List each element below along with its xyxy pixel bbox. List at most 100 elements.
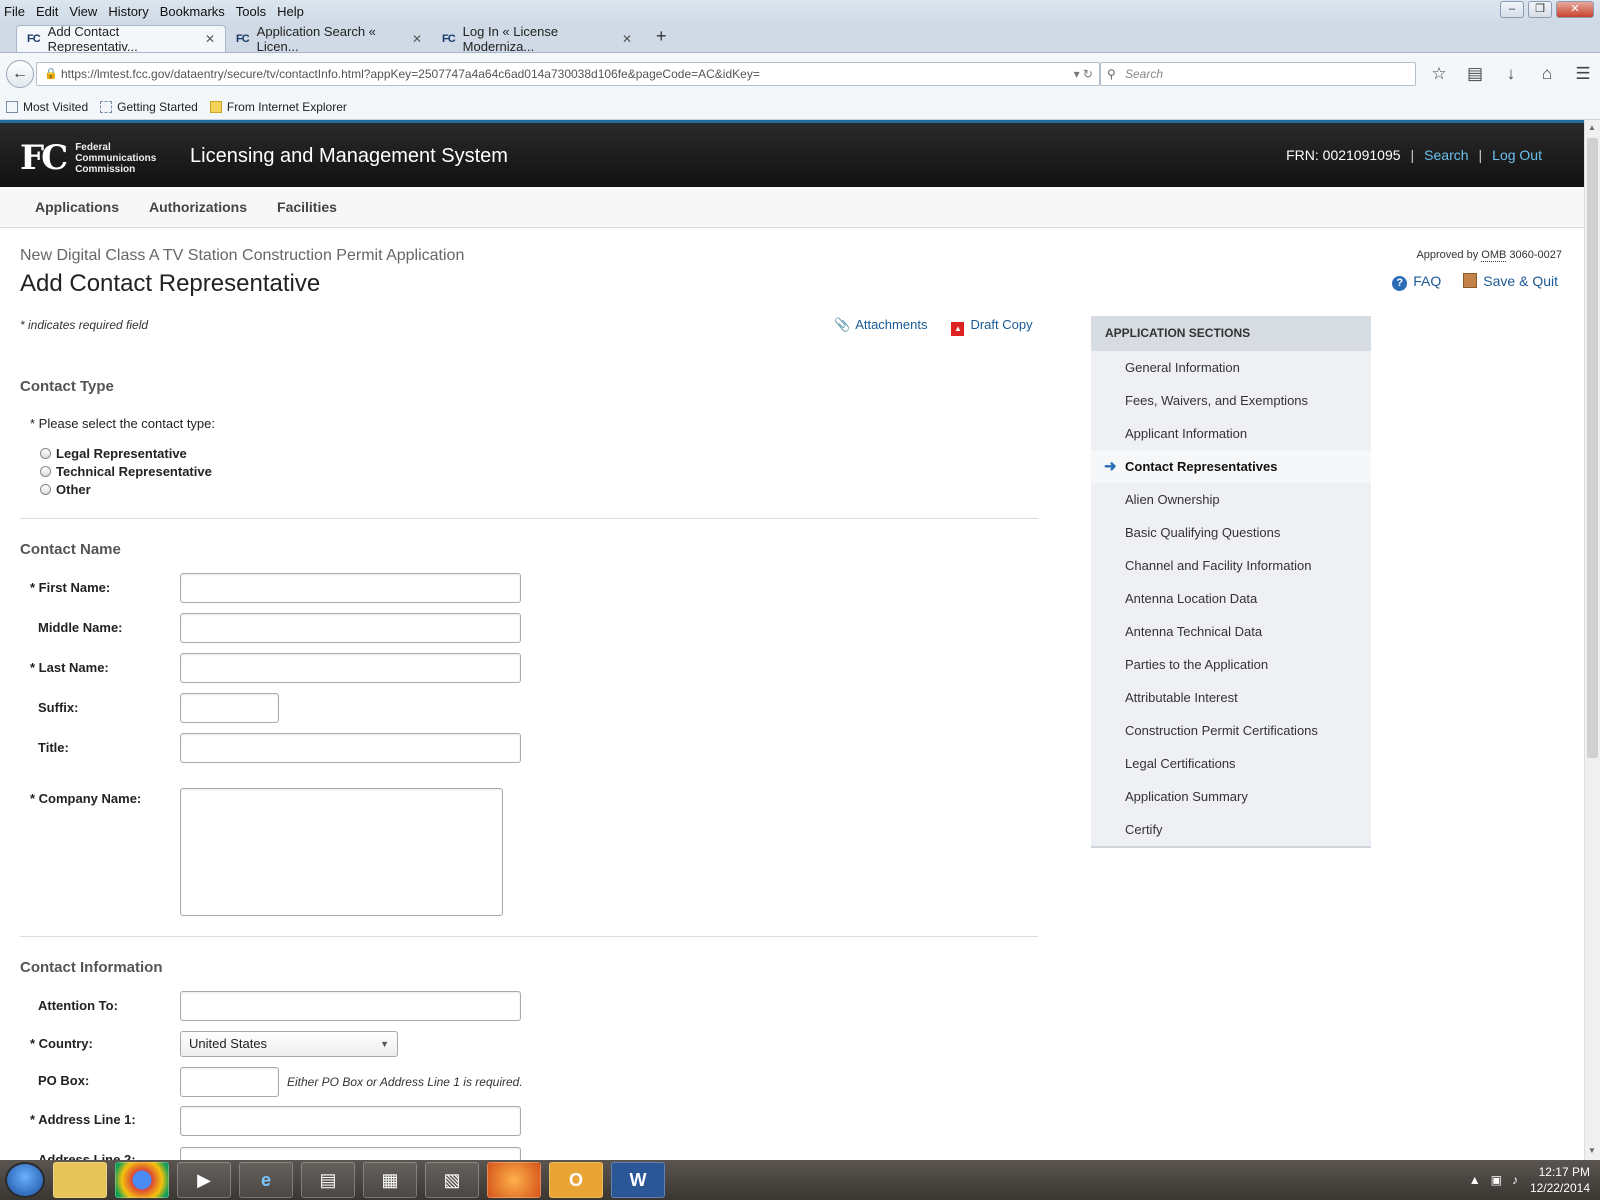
browser-search-input[interactable]: ⚲ Search [1100, 62, 1416, 86]
section-parties-to-application[interactable]: Parties to the Application [1091, 648, 1371, 681]
omb-prefix: Approved by [1416, 249, 1479, 261]
menu-edit[interactable]: Edit [36, 4, 58, 19]
menu-bookmarks[interactable]: Bookmarks [160, 4, 225, 19]
nav-authorizations[interactable]: Authorizations [149, 199, 247, 215]
section-channel-facility-information[interactable]: Channel and Facility Information [1091, 549, 1371, 582]
page-scrollbar[interactable]: ▲ ▼ [1584, 120, 1600, 1160]
radio-button[interactable] [40, 466, 51, 477]
section-attributable-interest[interactable]: Attributable Interest [1091, 681, 1371, 714]
attention-to-input[interactable] [180, 991, 521, 1021]
section-contact-representatives[interactable]: ➜ Contact Representatives [1091, 450, 1371, 483]
bookmark-most-visited[interactable]: Most Visited [6, 100, 88, 114]
remote-desktop-icon[interactable]: ▤ [301, 1162, 355, 1198]
reading-list-icon[interactable]: ▤ [1464, 64, 1486, 84]
country-select[interactable]: United States ▼ [180, 1031, 398, 1057]
scroll-thumb[interactable] [1587, 138, 1598, 758]
tab-add-contact[interactable]: FC Add Contact Representativ... ✕ [16, 24, 226, 54]
logo-line: Communications [75, 152, 157, 164]
network-app-icon[interactable]: ▦ [363, 1162, 417, 1198]
bookmark-star-icon[interactable]: ☆ [1428, 64, 1450, 84]
po-box-input[interactable] [180, 1067, 279, 1097]
section-general-information[interactable]: General Information [1091, 351, 1371, 384]
section-applicant-information[interactable]: Applicant Information [1091, 417, 1371, 450]
bookmark-getting-started[interactable]: Getting Started [100, 100, 198, 114]
application-sections-panel: APPLICATION SECTIONS General Information… [1091, 316, 1371, 848]
menu-file[interactable]: File [4, 4, 25, 19]
section-alien-ownership[interactable]: Alien Ownership [1091, 483, 1371, 516]
nav-facilities[interactable]: Facilities [277, 199, 337, 215]
reload-icon[interactable]: ▾ ↻ [1074, 63, 1093, 85]
firefox-icon[interactable] [487, 1162, 541, 1198]
chrome-icon[interactable] [115, 1162, 169, 1198]
address-line-1-input[interactable] [180, 1106, 521, 1136]
tray-expand-icon[interactable]: ▲ [1469, 1172, 1481, 1188]
save-quit-link[interactable]: Save & Quit [1463, 273, 1558, 291]
radio-legal-representative[interactable]: Legal Representative [40, 446, 187, 461]
middle-name-input[interactable] [180, 613, 521, 643]
volume-icon[interactable]: ♪ [1512, 1172, 1518, 1188]
logo-line: Commission [75, 163, 136, 175]
section-basic-qualifying-questions[interactable]: Basic Qualifying Questions [1091, 516, 1371, 549]
menu-tools[interactable]: Tools [236, 4, 266, 19]
address-line-2-input[interactable] [180, 1147, 521, 1160]
omb-abbr: OMB [1481, 249, 1507, 262]
bookmark-from-ie[interactable]: From Internet Explorer [209, 100, 347, 114]
word-icon[interactable]: W [611, 1162, 665, 1198]
minimize-icon[interactable]: – [1500, 1, 1524, 18]
attachments-link[interactable]: 📎 Attachments [834, 317, 927, 336]
fcc-logo[interactable]: FC Federal Communications Commission [20, 141, 156, 175]
home-icon[interactable]: ⌂ [1536, 64, 1558, 84]
menu-view[interactable]: View [69, 4, 97, 19]
network-icon[interactable]: ▣ [1491, 1172, 1502, 1188]
section-certify[interactable]: Certify [1091, 813, 1371, 846]
header-user-area: FRN: 0021091095 | Search | Log Out [1286, 147, 1542, 163]
pdf-icon: ▲ [951, 322, 965, 336]
section-fees-waivers[interactable]: Fees, Waivers, and Exemptions [1091, 384, 1371, 417]
scroll-up-icon[interactable]: ▲ [1588, 123, 1596, 132]
draft-copy-label: Draft Copy [970, 317, 1033, 332]
first-name-input[interactable] [180, 573, 521, 603]
radio-button[interactable] [40, 484, 51, 495]
tab-close-icon[interactable]: ✕ [412, 32, 422, 46]
bookmarks-bar: Most Visited Getting Started From Intern… [0, 94, 1600, 120]
outlook-icon[interactable]: O [549, 1162, 603, 1198]
search-link[interactable]: Search [1424, 147, 1468, 163]
draft-copy-link[interactable]: ▲ Draft Copy [951, 317, 1033, 336]
nav-applications[interactable]: Applications [35, 199, 119, 215]
start-button[interactable] [5, 1162, 45, 1198]
new-tab-icon[interactable]: + [656, 26, 667, 47]
section-application-summary[interactable]: Application Summary [1091, 780, 1371, 813]
download-icon[interactable]: ↓ [1500, 64, 1522, 84]
media-player-icon[interactable]: ▶ [177, 1162, 231, 1198]
section-antenna-location-data[interactable]: Antenna Location Data [1091, 582, 1371, 615]
faq-link[interactable]: ? FAQ [1392, 273, 1441, 291]
clock[interactable]: 12:17 PM 12/22/2014 [1530, 1164, 1590, 1196]
menu-help[interactable]: Help [277, 4, 304, 19]
section-legal-certifications[interactable]: Legal Certifications [1091, 747, 1371, 780]
internet-explorer-icon[interactable]: e [239, 1162, 293, 1198]
section-antenna-technical-data[interactable]: Antenna Technical Data [1091, 615, 1371, 648]
tab-application-search[interactable]: FC Application Search « Licen... ✕ [226, 24, 432, 54]
file-explorer-icon[interactable] [53, 1162, 107, 1198]
company-name-textarea[interactable] [180, 788, 503, 916]
section-construction-permit-certifications[interactable]: Construction Permit Certifications [1091, 714, 1371, 747]
restore-icon[interactable]: ❐ [1528, 1, 1552, 18]
tab-close-icon[interactable]: ✕ [205, 32, 215, 46]
last-name-input[interactable] [180, 653, 521, 683]
scroll-down-icon[interactable]: ▼ [1588, 1146, 1596, 1155]
last-name-label: * Last Name: [30, 660, 109, 675]
radio-button[interactable] [40, 448, 51, 459]
suffix-input[interactable] [180, 693, 279, 723]
tab-log-in[interactable]: FC Log In « License Moderniza... ✕ [432, 24, 642, 54]
log-out-link[interactable]: Log Out [1492, 147, 1542, 163]
window-close-icon[interactable]: ✕ [1556, 1, 1594, 18]
menu-history[interactable]: History [108, 4, 148, 19]
url-bar[interactable]: 🔒 https://lmtest.fcc.gov/dataentry/secur… [36, 62, 1100, 86]
calculator-icon[interactable]: ▧ [425, 1162, 479, 1198]
tab-close-icon[interactable]: ✕ [622, 32, 632, 46]
title-input[interactable] [180, 733, 521, 763]
radio-technical-representative[interactable]: Technical Representative [40, 464, 212, 479]
hamburger-menu-icon[interactable]: ☰ [1572, 64, 1594, 84]
back-arrow-icon[interactable]: ← [6, 60, 34, 88]
radio-other[interactable]: Other [40, 482, 91, 497]
